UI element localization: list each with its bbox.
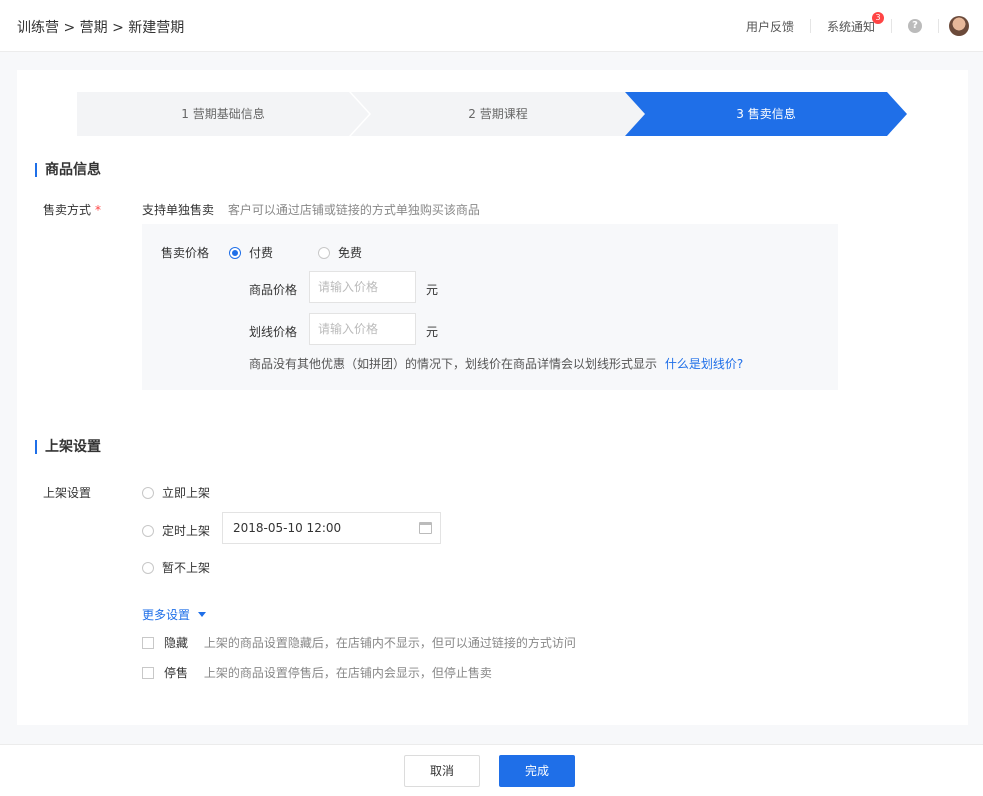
- sale-mode-hint: 客户可以通过店铺或链接的方式单独购买该商品: [227, 203, 480, 217]
- free-radio-label: 免费: [338, 246, 363, 260]
- schedule-datetime-input[interactable]: 2018-05-10 12:00: [222, 512, 441, 544]
- listing-option-later-label: 暂不上架: [162, 561, 211, 575]
- sale-mode-label-text: 售卖方式: [43, 203, 92, 217]
- avatar[interactable]: [949, 16, 969, 36]
- section-title-product: 商品信息: [35, 163, 101, 177]
- step-1-label: 1 营期基础信息: [181, 107, 265, 121]
- required-mark: *: [95, 203, 102, 217]
- strike-price-help-link[interactable]: 什么是划线价?: [665, 357, 743, 371]
- listing-option-later[interactable]: 暂不上架: [142, 559, 210, 576]
- caret-down-icon: [197, 612, 206, 617]
- breadcrumb: 训练营 > 营期 > 新建营期: [17, 20, 185, 36]
- feedback-link[interactable]: 用户反馈: [730, 18, 810, 35]
- strike-price-input[interactable]: 请输入价格: [309, 313, 416, 345]
- divider: [938, 19, 939, 33]
- main-panel: 1 营期基础信息 2 营期课程 3 售卖信息 商品信息 售卖方式 * 支持单独售卖…: [17, 70, 968, 725]
- radio-checked-icon: [229, 247, 241, 259]
- radio-empty-icon: [318, 247, 330, 259]
- step-3-active[interactable]: 3 售卖信息: [625, 92, 907, 136]
- product-price-unit: 元: [426, 283, 439, 297]
- listing-option-immediate[interactable]: 立即上架: [142, 484, 210, 501]
- listing-label: 上架设置: [43, 486, 92, 500]
- strike-price-unit: 元: [426, 325, 439, 339]
- product-price-label: 商品价格: [249, 283, 298, 297]
- stop-sale-option-label: 停售: [164, 666, 189, 680]
- stop-sale-option-hint: 上架的商品设置停售后，在店铺内会显示，但停止售卖: [203, 666, 492, 680]
- top-right-actions: 用户反馈 系统通知 3 ?: [730, 0, 983, 52]
- notification-badge: 3: [872, 11, 884, 24]
- step-2[interactable]: 2 营期课程: [351, 92, 645, 136]
- notifications-link[interactable]: 系统通知 3: [811, 11, 891, 35]
- price-label: 售卖价格: [161, 246, 210, 260]
- done-button[interactable]: 完成: [499, 755, 575, 787]
- notifications-label: 系统通知: [826, 19, 875, 34]
- hide-option-label: 隐藏: [164, 636, 189, 650]
- sale-mode-label: 售卖方式 *: [43, 201, 101, 218]
- free-radio[interactable]: 免费: [318, 244, 362, 261]
- listing-option-scheduled-label: 定时上架: [162, 524, 211, 538]
- top-bar: 训练营 > 营期 > 新建营期 用户反馈 系统通知 3 ?: [0, 0, 983, 52]
- strike-price-hint: 商品没有其他优惠（如拼团）的情况下，划线价在商品详情会以划线形式显示: [249, 357, 658, 371]
- hide-option[interactable]: 隐藏 上架的商品设置隐藏后，在店铺内不显示，但可以通过链接的方式访问: [142, 634, 576, 651]
- help-icon[interactable]: ?: [908, 19, 922, 33]
- paid-radio-label: 付费: [249, 246, 274, 260]
- paid-radio[interactable]: 付费: [229, 244, 273, 261]
- strike-price-hint-row: 商品没有其他优惠（如拼团）的情况下，划线价在商品详情会以划线形式显示 什么是划线…: [249, 355, 743, 372]
- checkbox-icon: [142, 637, 154, 649]
- radio-empty-icon: [142, 562, 154, 574]
- listing-option-immediate-label: 立即上架: [162, 486, 211, 500]
- sale-mode-value: 支持单独售卖: [142, 203, 215, 217]
- radio-empty-icon: [142, 487, 154, 499]
- divider: [891, 19, 892, 33]
- listing-option-scheduled[interactable]: 定时上架: [142, 522, 210, 539]
- more-settings-label: 更多设置: [142, 608, 191, 622]
- step-1[interactable]: 1 营期基础信息: [77, 92, 369, 136]
- step-2-label: 2 营期课程: [468, 107, 528, 121]
- cancel-button[interactable]: 取消: [404, 755, 480, 787]
- calendar-icon[interactable]: [419, 522, 432, 534]
- schedule-datetime-value: 2018-05-10 12:00: [233, 521, 342, 535]
- step-3-label: 3 售卖信息: [736, 107, 796, 121]
- step-indicator: 1 营期基础信息 2 营期课程 3 售卖信息: [77, 92, 907, 136]
- section-title-listing: 上架设置: [35, 440, 101, 454]
- product-price-input[interactable]: 请输入价格: [309, 271, 416, 303]
- price-settings-box: 售卖价格 付费 免费 商品价格 请输入价格 元 划线价格 请输入价格 元 商品没…: [142, 224, 838, 390]
- strike-price-label: 划线价格: [249, 325, 298, 339]
- checkbox-icon: [142, 667, 154, 679]
- radio-empty-icon: [142, 525, 154, 537]
- hide-option-hint: 上架的商品设置隐藏后，在店铺内不显示，但可以通过链接的方式访问: [203, 636, 576, 650]
- more-settings-toggle[interactable]: 更多设置: [142, 606, 206, 623]
- stop-sale-option[interactable]: 停售 上架的商品设置停售后，在店铺内会显示，但停止售卖: [142, 664, 492, 681]
- sale-mode-row: 支持单独售卖 客户可以通过店铺或链接的方式单独购买该商品: [142, 201, 480, 218]
- footer-bar: 取消 完成: [0, 744, 983, 796]
